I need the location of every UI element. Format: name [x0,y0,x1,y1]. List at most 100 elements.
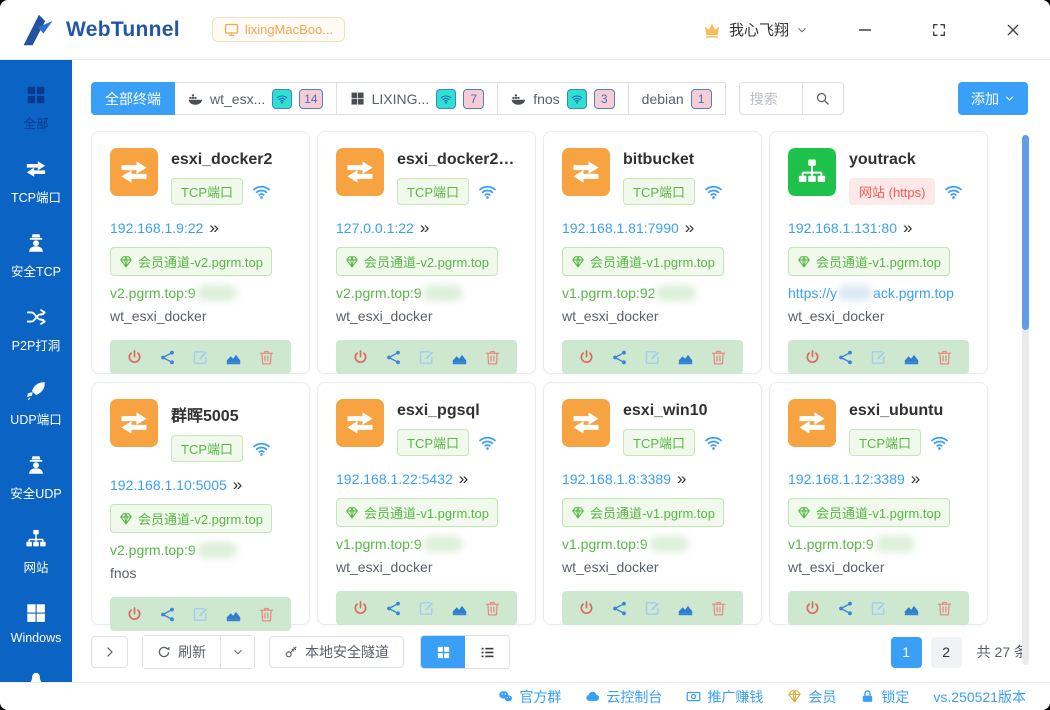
delete-button[interactable] [484,349,501,366]
edit-button[interactable] [870,600,887,617]
sidebar-item-4[interactable]: UDP端口 [0,380,72,428]
public-address[interactable]: v1.pgrm.top:9 [788,534,969,554]
page-button-0[interactable]: 1 [891,637,922,668]
sidebar-item-2[interactable]: 安全TCP [0,232,72,280]
traffic-chart-button[interactable] [677,600,694,617]
share-button[interactable] [611,600,628,617]
trash-icon [484,600,501,617]
search-input[interactable] [739,82,803,115]
page-button-1[interactable]: 2 [931,637,962,668]
local-address-link[interactable]: 192.168.1.10:5005 [110,477,227,493]
power-button[interactable] [126,606,143,623]
close-button[interactable] [1002,19,1024,41]
power-button[interactable] [352,600,369,617]
edit-button[interactable] [644,349,661,366]
sidebar-item-7[interactable]: Windows [0,602,72,645]
local-address-link[interactable]: 192.168.1.81:7990 [562,220,679,236]
local-address-link[interactable]: 127.0.0.1:22 [336,220,414,236]
sidebar-item-5[interactable]: 安全UDP [0,454,72,502]
traffic-chart-button[interactable] [677,349,694,366]
public-address[interactable]: v2.pgrm.top:9 [110,540,291,560]
share-button[interactable] [159,606,176,623]
tab-3[interactable]: fnos 3 [497,82,628,115]
power-icon [126,606,143,623]
local-address-link[interactable]: 192.168.1.131:80 [788,220,897,236]
refresh-button[interactable]: 刷新 [143,636,220,668]
grid-view-button[interactable] [421,636,465,668]
local-address-link[interactable]: 192.168.1.8:3389 [562,471,671,487]
local-address-link[interactable]: 192.168.1.22:5432 [336,471,453,487]
tunnel-card-1: esxi_docker2_t... TCP端口 127.0.0.1:22 » [317,131,536,374]
sidebar-item-1[interactable]: TCP端口 [0,158,72,206]
delete-button[interactable] [484,600,501,617]
traffic-chart-button[interactable] [903,349,920,366]
footer-link-2[interactable]: 推广赚钱 [686,687,763,707]
power-button[interactable] [804,600,821,617]
edit-button[interactable] [192,606,209,623]
tunnel-name: esxi_docker2_t... [397,151,517,169]
scrollbar[interactable] [1022,135,1029,665]
footer-link-0[interactable]: 官方群 [498,687,561,707]
sidebar-item-6[interactable]: 网站 [0,528,72,576]
power-button[interactable] [126,349,143,366]
public-address[interactable]: v1.pgrm.top:92 [562,283,743,303]
add-button[interactable]: 添加 [958,82,1028,115]
public-address[interactable]: v1.pgrm.top:9 [562,534,743,554]
public-address[interactable]: v2.pgrm.top:9 [336,283,517,303]
delete-button[interactable] [258,606,275,623]
delete-button[interactable] [936,349,953,366]
traffic-chart-button[interactable] [903,600,920,617]
local-tunnel-button[interactable]: 本地安全隧道 [269,636,404,668]
refresh-label: 刷新 [178,642,206,662]
edit-button[interactable] [418,349,435,366]
edit-button[interactable] [870,349,887,366]
search-button[interactable] [803,82,844,115]
tab-1[interactable]: wt_esx... 14 [174,82,337,115]
public-address[interactable]: v1.pgrm.top:9 [336,534,517,554]
refresh-dropdown-button[interactable] [220,636,254,668]
sidebar-item-0[interactable]: 全部 [0,84,72,132]
tab-icon [350,91,365,106]
traffic-chart-button[interactable] [451,600,468,617]
edit-button[interactable] [192,349,209,366]
footer-link-1[interactable]: 云控制台 [585,687,662,707]
power-button[interactable] [804,349,821,366]
traffic-chart-button[interactable] [225,606,242,623]
power-button[interactable] [578,349,595,366]
local-address-link[interactable]: 192.168.1.12:3389 [788,471,905,487]
list-view-button[interactable] [465,636,509,668]
footer-link-3[interactable]: 会员 [787,687,836,707]
share-button[interactable] [159,349,176,366]
card-actions [336,591,517,625]
delete-button[interactable] [936,600,953,617]
share-button[interactable] [385,600,402,617]
traffic-chart-button[interactable] [451,349,468,366]
share-button[interactable] [385,349,402,366]
edit-button[interactable] [418,600,435,617]
minimize-button[interactable] [854,19,876,41]
scrollbar-thumb[interactable] [1022,135,1029,330]
edit-button[interactable] [644,600,661,617]
next-page-button[interactable] [91,636,128,668]
device-badge[interactable]: lixingMacBoo... [212,17,345,42]
power-button[interactable] [352,349,369,366]
share-button[interactable] [611,349,628,366]
delete-button[interactable] [710,349,727,366]
redacted-blur [423,285,463,301]
delete-button[interactable] [710,600,727,617]
traffic-chart-button[interactable] [225,349,242,366]
public-address[interactable]: v2.pgrm.top:9 [110,283,291,303]
power-button[interactable] [578,600,595,617]
footer-link-4[interactable]: 锁定 [860,687,909,707]
delete-button[interactable] [258,349,275,366]
tab-2[interactable]: LIXING... 7 [336,82,499,115]
user-menu[interactable]: 我心飞翔 [702,19,808,40]
sidebar-item-3[interactable]: P2P打洞 [0,306,72,354]
share-button[interactable] [837,349,854,366]
local-address-link[interactable]: 192.168.1.9:22 [110,220,203,236]
public-address[interactable]: https://yack.pgrm.top [788,283,969,303]
tab-0[interactable]: 全部终端 [91,82,175,115]
tab-4[interactable]: debian 1 [628,82,726,115]
share-button[interactable] [837,600,854,617]
fullscreen-button[interactable] [928,19,950,41]
